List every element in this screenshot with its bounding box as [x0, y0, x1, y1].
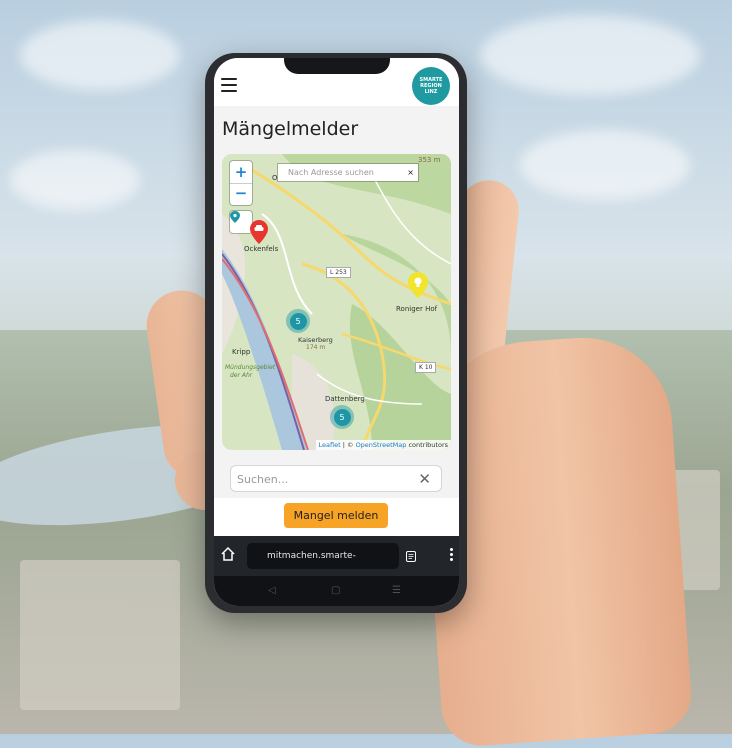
map-label: 353 m	[418, 156, 441, 164]
android-nav-bar: ◁ ▢ ☰	[214, 576, 459, 606]
search-input[interactable]: Suchen... ✕	[230, 465, 442, 492]
cluster-count: 5	[289, 312, 307, 330]
map-label: O	[272, 174, 278, 182]
locate-button[interactable]	[230, 211, 252, 233]
attribution-separator: | ©	[340, 441, 356, 449]
zoom-control: + −	[230, 161, 252, 205]
map-attribution: Leaflet | © OpenStreetMap contributors	[315, 440, 451, 450]
car-marker-icon[interactable]	[250, 220, 268, 244]
map-label: Kaiserberg	[298, 336, 333, 344]
search-placeholder: Suchen...	[237, 473, 289, 486]
home-icon[interactable]	[220, 546, 236, 562]
marker-cluster[interactable]: 5	[286, 309, 310, 333]
cloud	[10, 150, 140, 210]
cloud	[480, 15, 700, 95]
zoom-out-button[interactable]: −	[230, 183, 252, 205]
map-label: Dattenberg	[325, 395, 365, 403]
page-title: Mängelmelder	[222, 118, 359, 140]
hamburger-menu-icon[interactable]	[221, 78, 237, 92]
address-search-input[interactable]: Nach Adresse suchen ×	[278, 164, 418, 181]
attribution-suffix: contributors	[406, 441, 448, 449]
lightbulb-marker-icon[interactable]	[408, 272, 428, 298]
map-view[interactable]: + − Nach Adresse suchen × O 353 m Ockenf…	[222, 154, 451, 450]
town	[20, 560, 180, 710]
phone-screen: SMARTE REGION LINZ Mängelmelder + − Nach…	[214, 58, 459, 606]
smarte-region-linz-logo[interactable]: SMARTE REGION LINZ	[412, 67, 450, 105]
map-label: Mündungsgebiet	[225, 364, 276, 371]
camera-notch	[284, 58, 390, 74]
map-label: Kripp	[232, 348, 251, 356]
map-label: der Ahr	[230, 372, 253, 379]
report-defect-button[interactable]: Mangel melden	[284, 503, 388, 528]
map-label: 174 m	[306, 344, 326, 351]
url-text: mitmachen.smarte-	[267, 551, 356, 561]
url-bar[interactable]: mitmachen.smarte-	[247, 543, 416, 569]
openstreetmap-link[interactable]: OpenStreetMap	[356, 441, 407, 449]
recents-icon[interactable]: ☰	[392, 585, 401, 596]
map-pin-icon	[230, 211, 240, 223]
back-icon[interactable]: ◁	[268, 585, 276, 596]
map-label: Roniger Hof	[396, 305, 438, 313]
leaflet-link[interactable]: Leaflet	[319, 441, 341, 449]
reader-mode-icon[interactable]	[406, 551, 416, 562]
cloud	[20, 20, 180, 90]
cluster-count: 5	[333, 408, 351, 426]
zoom-in-button[interactable]: +	[230, 161, 252, 183]
browser-toolbar: mitmachen.smarte-	[214, 536, 459, 576]
more-options-icon[interactable]	[450, 548, 453, 562]
map-label: Ockenfels	[244, 245, 279, 253]
address-search-clear-button[interactable]: ×	[407, 164, 414, 181]
road-label: L 253	[326, 267, 351, 278]
road-label: K 10	[415, 362, 437, 373]
address-search-placeholder: Nach Adresse suchen	[288, 168, 374, 177]
search-clear-icon[interactable]: ✕	[418, 466, 431, 493]
home-button-icon[interactable]: ▢	[331, 585, 340, 596]
cloud	[520, 130, 690, 200]
marker-cluster[interactable]: 5	[330, 405, 354, 429]
